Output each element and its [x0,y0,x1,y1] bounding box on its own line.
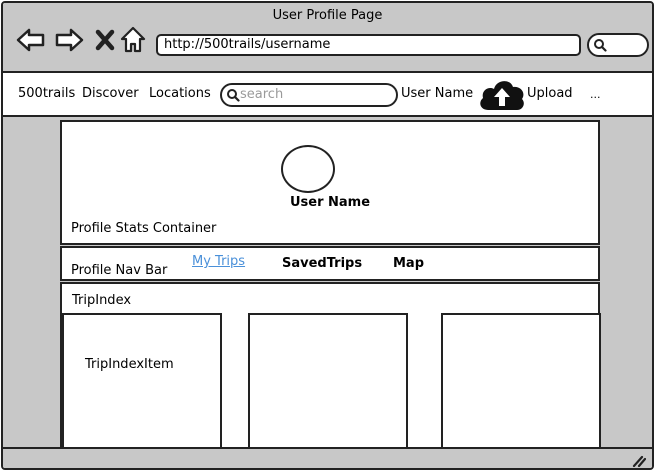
upload-link[interactable]: Upload [527,86,573,101]
home-icon[interactable] [118,25,148,55]
resize-grip-icon[interactable] [632,455,646,467]
cloud-upload-icon[interactable] [477,75,527,117]
page-content: User Name Profile Stats Container Profil… [3,117,652,458]
back-arrow-icon[interactable] [16,25,46,55]
nav-link-locations[interactable]: Locations [149,86,211,101]
profile-nav-label: Profile Nav Bar [71,263,168,278]
tab-my-trips[interactable]: My Trips [192,254,245,269]
user-name-link[interactable]: User Name [401,86,473,101]
trip-index-item[interactable] [441,313,601,458]
trip-index-item-label: TripIndexItem [85,357,174,372]
browser-titlebar: User Profile Page http://500trails/usern… [3,3,652,73]
tab-map[interactable]: Map [393,256,424,271]
site-nav-bar: 500trails Discover Locations User Name U… [3,73,652,117]
avatar[interactable] [281,145,335,193]
status-bar [3,447,652,468]
browser-window: User Profile Page http://500trails/usern… [1,1,654,470]
search-icon [594,39,607,52]
window-title: User Profile Page [272,8,383,23]
site-search-box[interactable] [220,83,398,107]
trip-index: TripIndex TripIndexItem [60,282,601,458]
nav-link-discover[interactable]: Discover [82,86,139,101]
profile-nav-bar: Profile Nav Bar My Trips SavedTrips Map [60,246,600,281]
brand-link[interactable]: 500trails [18,86,75,101]
profile-stats-container: User Name Profile Stats Container [60,120,600,245]
more-menu[interactable]: ... [590,88,601,101]
trip-index-label: TripIndex [72,293,132,308]
url-bar[interactable]: http://500trails/username [156,34,581,56]
trip-index-item[interactable] [248,313,408,458]
profile-user-name: User Name [289,195,371,210]
search-input[interactable] [240,86,390,102]
search-icon [227,89,240,102]
profile-stats-label: Profile Stats Container [71,221,217,236]
forward-arrow-icon[interactable] [54,25,84,55]
close-x-icon[interactable] [91,25,121,55]
trip-index-item[interactable]: TripIndexItem [62,313,222,458]
browser-search-field[interactable] [587,33,649,57]
tab-saved-trips[interactable]: SavedTrips [282,256,362,271]
